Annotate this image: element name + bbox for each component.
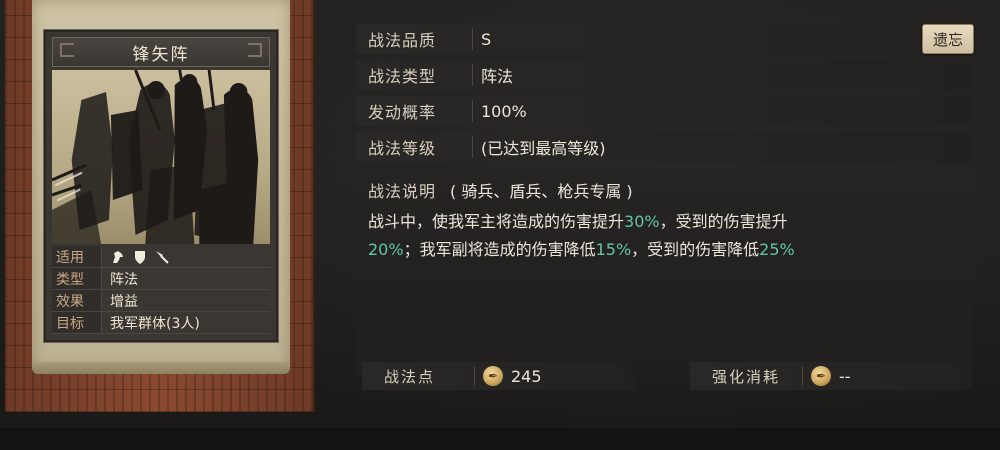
divider <box>472 28 473 50</box>
divider <box>474 366 475 386</box>
description-highlight: 20% <box>368 240 404 259</box>
bottom-strip <box>0 428 1000 450</box>
info-value: 增益 <box>110 293 138 310</box>
description-header: 战法说明 ( 骑兵、盾兵、枪兵专属 ) <box>368 178 960 202</box>
scroll-roller <box>32 362 290 374</box>
tactic-points-bar: 战法点 ✒ 245 <box>362 362 634 390</box>
card-title: 锋矢阵 <box>52 37 270 67</box>
info-row-effect: 效果 增益 <box>52 290 270 312</box>
card-title-text: 锋矢阵 <box>132 44 190 65</box>
info-value: 我军群体(3人) <box>110 315 200 332</box>
row-type: 战法类型 阵法 <box>356 60 972 90</box>
quill-coin-icon: ✒ <box>483 366 503 386</box>
corner-ornament-right <box>248 43 262 57</box>
info-key: 目标 <box>52 312 102 333</box>
row-level: 战法等级 (已达到最高等级) <box>356 132 972 162</box>
description-highlight: 25% <box>759 240 795 259</box>
divider <box>802 366 803 386</box>
tactic-points-value: 245 <box>511 366 542 386</box>
upgrade-cost-value: -- <box>839 366 851 386</box>
tactic-points-label: 战法点 <box>384 367 436 386</box>
spear-icon <box>156 250 169 264</box>
row-value: S <box>481 29 492 49</box>
info-value: 阵法 <box>110 271 138 288</box>
info-row-type: 类型 阵法 <box>52 268 270 290</box>
description-part: ；我军副将造成的伤害降低 <box>403 240 596 259</box>
card-artwork <box>52 70 270 244</box>
description-part: ，受到的伤害提升 <box>659 212 788 231</box>
description-part: ，受到的伤害降低 <box>631 240 760 259</box>
divider <box>472 100 473 122</box>
quill-coin-icon: ✒ <box>811 366 831 386</box>
row-value: (已达到最高等级) <box>481 139 606 158</box>
info-row-applicable: 适用 <box>52 246 270 268</box>
description-text: 战斗中，使我军主将造成的伤害提升30%，受到的伤害提升 20%；我军副将造成的伤害… <box>368 208 960 264</box>
corner-ornament-left <box>60 43 74 57</box>
description-highlight: 15% <box>595 240 632 259</box>
info-row-target: 目标 我军群体(3人) <box>52 312 270 334</box>
description-highlight: 30% <box>624 212 660 231</box>
shield-icon <box>135 250 145 264</box>
upgrade-cost-label: 强化消耗 <box>712 367 781 386</box>
info-key: 效果 <box>52 290 102 311</box>
info-value <box>102 249 170 265</box>
row-quality: 战法品质 S <box>356 24 972 54</box>
description-title: 战法说明 <box>368 182 437 201</box>
card-info-table: 适用 类型 阵法 效果 增益 目标 我军群体(3人) <box>52 246 270 334</box>
forget-button[interactable]: 遗忘 <box>922 24 974 54</box>
divider <box>472 136 473 158</box>
row-value: 阵法 <box>481 67 514 86</box>
description-box: 战法说明 ( 骑兵、盾兵、枪兵专属 ) 战斗中，使我军主将造成的伤害提升30%，… <box>356 168 972 378</box>
row-rate: 发动概率 100% <box>356 96 972 126</box>
description-part: 战斗中，使我军主将造成的伤害提升 <box>368 212 625 231</box>
description-scope: ( 骑兵、盾兵、枪兵专属 ) <box>450 182 633 201</box>
row-label: 战法等级 <box>368 139 437 158</box>
info-key: 适用 <box>52 246 102 267</box>
upgrade-cost-bar: 强化消耗 ✒ -- <box>690 362 972 390</box>
cavalry-horse-icon <box>113 250 123 263</box>
row-value: 100% <box>481 101 527 121</box>
row-label: 战法类型 <box>368 67 437 86</box>
tactic-card[interactable]: 锋矢阵 适用 类型 阵法 效果 增益 目标 我军群体(3人) <box>44 30 278 342</box>
divider <box>472 64 473 86</box>
row-label: 战法品质 <box>368 31 437 50</box>
row-label: 发动概率 <box>368 103 437 122</box>
info-key: 类型 <box>52 268 102 289</box>
